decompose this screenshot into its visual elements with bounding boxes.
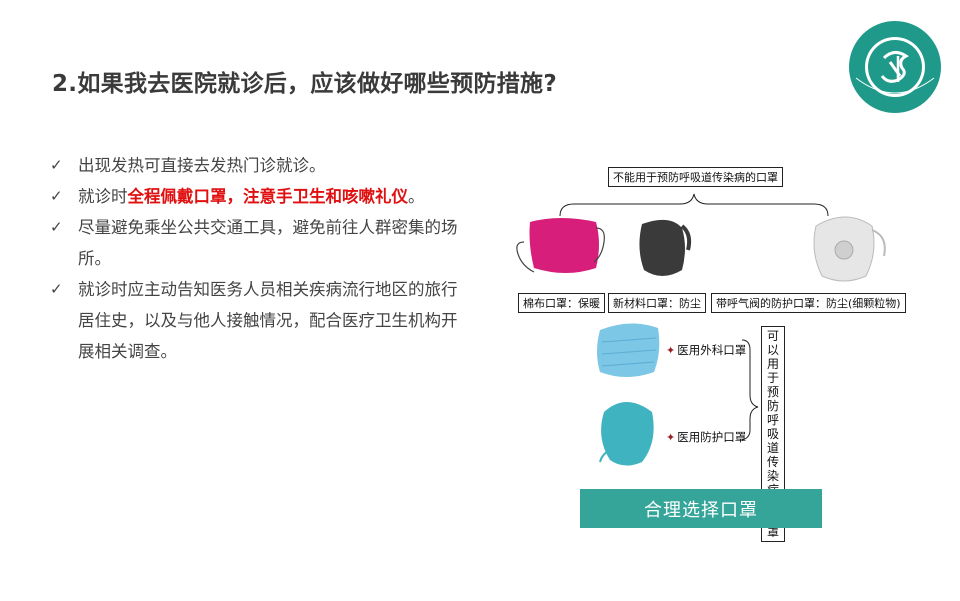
mask-diagram: 不能用于预防呼吸道传染病的口罩 棉布口罩：保暖 新材料口罩：防尘 带呼气阀的防护… (510, 150, 910, 542)
hospital-logo (846, 18, 944, 116)
checkmark-icon: ✓ (50, 156, 63, 174)
n95-mask-icon (599, 402, 654, 466)
bullet-item: ✓ 尽量避免乘坐公共交通工具，避免前往人群密集的场所。 (48, 212, 468, 274)
new-material-mask-label: 新材料口罩：防尘 (608, 293, 706, 313)
bullet-text: 尽量避免乘坐公共交通工具，避免前往人群密集的场所。 (78, 218, 458, 268)
checkmark-icon: ✓ (50, 187, 63, 205)
checkmark-icon: ✓ (50, 280, 63, 298)
logo-emblem-icon (849, 21, 941, 113)
cotton-mask-label: 棉布口罩：保暖 (518, 293, 605, 313)
slide: 2.如果我去医院就诊后，应该做好哪些预防措施? ✓ 出现发热可直接去发热门诊就诊… (0, 0, 960, 601)
surgical-mask-label: ✦ 医用外科口罩 (666, 343, 747, 357)
diamond-bullet-icon: ✦ (666, 431, 676, 444)
bullet-item: ✓ 出现发热可直接去发热门诊就诊。 (48, 150, 468, 181)
valve-mask-label: 带呼气阀的防护口罩：防尘(细颗粒物) (711, 293, 906, 313)
bullet-highlight: 全程佩戴口罩，注意手卫生和咳嗽礼仪 (127, 187, 409, 206)
bullet-item: ✓ 就诊时全程佩戴口罩，注意手卫生和咳嗽礼仪。 (48, 181, 468, 212)
cotton-mask-icon (516, 218, 605, 273)
bullet-text: 出现发热可直接去发热门诊就诊。 (78, 156, 326, 175)
valve-mask-icon (813, 216, 886, 282)
bullet-text: 。 (408, 187, 425, 206)
checkmark-icon: ✓ (50, 218, 63, 236)
bullet-item: ✓ 就诊时应主动告知医务人员相关疾病流行地区的旅行居住史，以及与他人接触情况，配… (48, 274, 468, 367)
protective-mask-label: ✦ 医用防护口罩 (666, 430, 747, 444)
page-title: 2.如果我去医院就诊后，应该做好哪些预防措施? (52, 71, 557, 97)
bullet-list: ✓ 出现发热可直接去发热门诊就诊。 ✓ 就诊时全程佩戴口罩，注意手卫生和咳嗽礼仪… (48, 150, 468, 367)
bullet-text: 就诊时 (78, 187, 128, 206)
bullet-text: 就诊时应主动告知医务人员相关疾病流行地区的旅行居住史，以及与他人接触情况，配合医… (78, 280, 458, 361)
diamond-bullet-icon: ✦ (666, 344, 676, 357)
sponge-mask-icon (639, 219, 692, 276)
choose-mask-button[interactable]: 合理选择口罩 (580, 489, 822, 528)
surgical-mask-icon (597, 323, 660, 377)
